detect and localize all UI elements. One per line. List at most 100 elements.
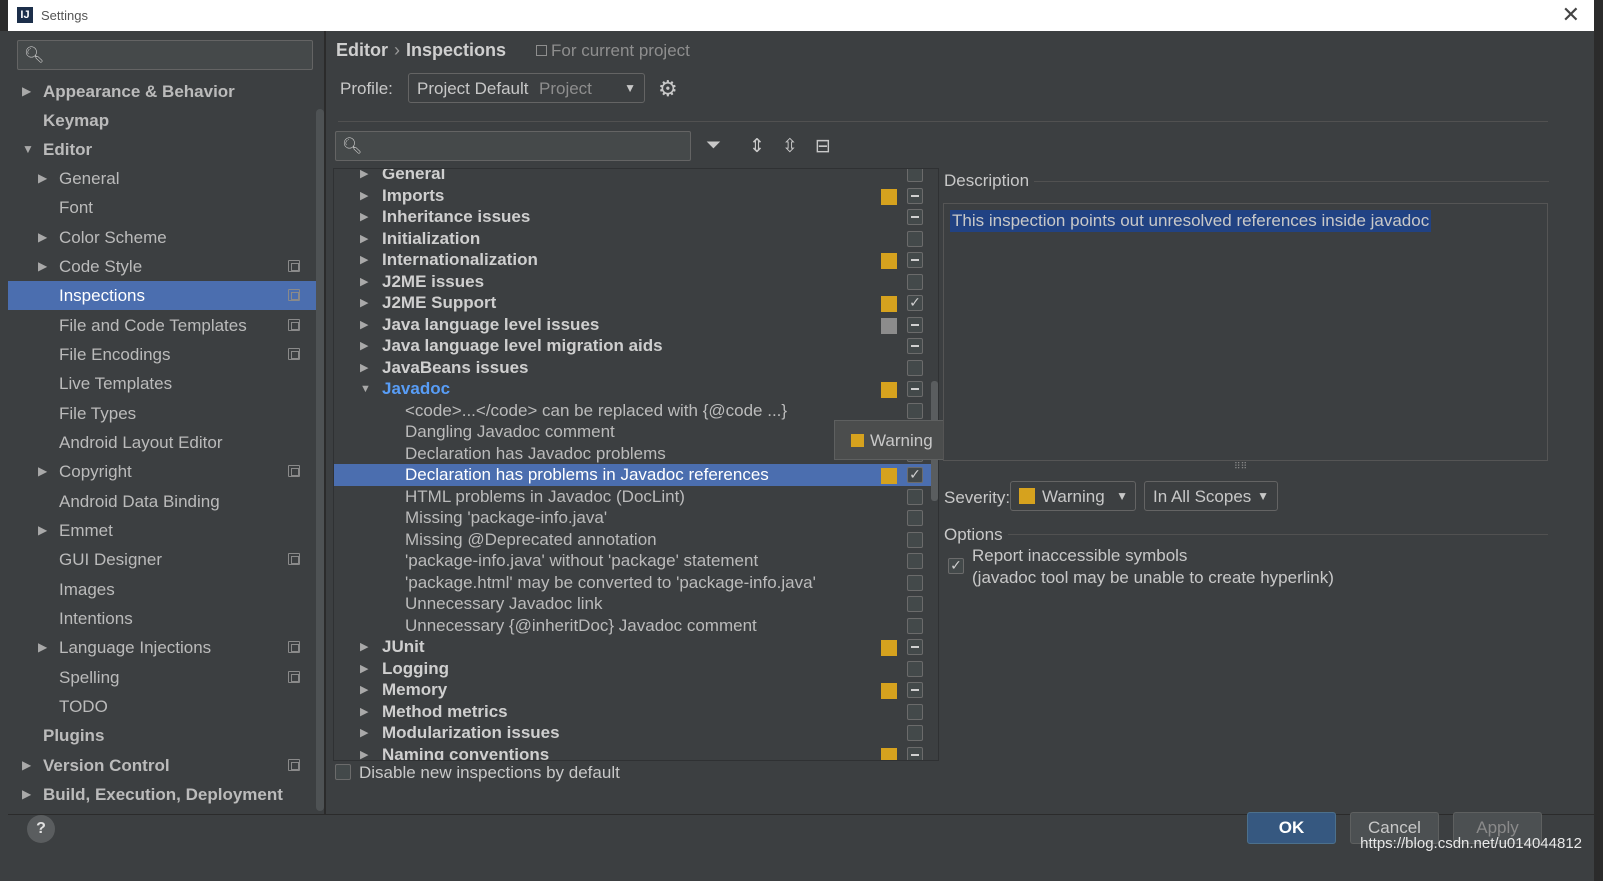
inspection-enabled-checkbox[interactable] <box>907 747 923 760</box>
collapsed-arrow-icon[interactable]: ▶ <box>360 701 368 723</box>
warning-severity-icon[interactable] <box>881 683 897 699</box>
collapsed-arrow-icon[interactable]: ▶ <box>360 169 368 185</box>
inspection-group-row[interactable]: ▶ Java language level issues <box>334 314 938 336</box>
inspection-enabled-checkbox[interactable] <box>907 596 923 612</box>
inspection-enabled-checkbox[interactable] <box>907 682 923 698</box>
inspection-enabled-checkbox[interactable] <box>907 618 923 634</box>
collapsed-arrow-icon[interactable]: ▶ <box>38 516 47 545</box>
inspection-group-row[interactable]: ▶ JavaBeans issues <box>334 357 938 379</box>
report-inaccessible-checkbox[interactable]: ✓ <box>948 558 964 574</box>
collapsed-arrow-icon[interactable]: ▶ <box>360 292 368 314</box>
warning-severity-icon[interactable] <box>881 468 897 484</box>
profile-select[interactable]: Project Default Project ▼ <box>408 73 645 103</box>
inspection-enabled-checkbox[interactable]: ✓ <box>907 295 923 311</box>
inspection-enabled-checkbox[interactable] <box>907 252 923 268</box>
help-button[interactable]: ? <box>27 815 55 843</box>
collapsed-arrow-icon[interactable]: ▶ <box>360 249 368 271</box>
warning-severity-icon[interactable] <box>881 189 897 205</box>
collapsed-arrow-icon[interactable]: ▶ <box>360 335 368 357</box>
sidebar-item[interactable]: Android Layout Editor <box>8 428 324 457</box>
severity-select[interactable]: Warning ▼ <box>1010 481 1136 511</box>
inspection-group-row[interactable]: ▶ J2ME Support ✓ <box>334 292 938 314</box>
collapsed-arrow-icon[interactable]: ▶ <box>360 679 368 701</box>
close-icon[interactable]: ✕ <box>1562 2 1580 28</box>
inspection-group-row[interactable]: ▶ Imports <box>334 185 938 207</box>
inspection-group-row[interactable]: ▶ J2ME issues <box>334 271 938 293</box>
inspection-group-row[interactable]: ▶ Memory <box>334 679 938 701</box>
collapsed-arrow-icon[interactable]: ▶ <box>38 457 47 486</box>
gear-icon[interactable]: ⚙ <box>658 76 678 102</box>
inspection-group-row[interactable]: ▼ Javadoc <box>334 378 938 400</box>
sidebar-scrollbar[interactable] <box>316 109 324 811</box>
inspection-row[interactable]: 'package-info.java' without 'package' st… <box>334 550 938 572</box>
collapsed-arrow-icon[interactable]: ▶ <box>22 751 31 780</box>
collapsed-arrow-icon[interactable]: ▶ <box>360 271 368 293</box>
inspection-enabled-checkbox[interactable] <box>907 403 923 419</box>
inspection-enabled-checkbox[interactable] <box>907 532 923 548</box>
sidebar-item[interactable]: Inspections <box>8 281 324 310</box>
collapsed-arrow-icon[interactable]: ▶ <box>38 164 47 193</box>
collapsed-arrow-icon[interactable]: ▶ <box>360 228 368 250</box>
collapsed-arrow-icon[interactable]: ▶ <box>38 633 47 662</box>
inspection-enabled-checkbox[interactable] <box>907 553 923 569</box>
sidebar-item[interactable]: ▶ Language Injections <box>8 633 324 662</box>
sidebar-item[interactable]: ▶ Version Control <box>8 751 324 780</box>
sidebar-item[interactable]: ▶ Appearance & Behavior <box>8 77 324 106</box>
inspection-enabled-checkbox[interactable] <box>907 360 923 376</box>
sidebar-item[interactable]: ▼ Editor <box>8 135 324 164</box>
inspection-enabled-checkbox[interactable] <box>907 381 923 397</box>
sidebar-item[interactable]: File Encodings <box>8 340 324 369</box>
inspection-enabled-checkbox[interactable] <box>907 274 923 290</box>
inspection-row[interactable]: Unnecessary {@inheritDoc} Javadoc commen… <box>334 615 938 637</box>
sidebar-item[interactable]: Font <box>8 193 324 222</box>
scope-select[interactable]: In All Scopes ▼ <box>1144 481 1278 511</box>
settings-search-input[interactable]: 🔍︎ <box>17 40 313 70</box>
sidebar-item[interactable]: File Types <box>8 399 324 428</box>
inspection-row[interactable]: HTML problems in Javadoc (DocLint) <box>334 486 938 508</box>
collapsed-arrow-icon[interactable]: ▶ <box>360 357 368 379</box>
splitter-handle[interactable]: ⠿⠿ <box>1234 461 1247 472</box>
filter-icon[interactable]: ⏷ <box>706 135 721 157</box>
reset-icon[interactable]: ⊟ <box>815 135 831 158</box>
collapsed-arrow-icon[interactable]: ▶ <box>360 185 368 207</box>
collapsed-arrow-icon[interactable]: ▶ <box>38 252 47 281</box>
collapsed-arrow-icon[interactable]: ▶ <box>38 223 47 252</box>
sidebar-item[interactable]: ▶ Code Style <box>8 252 324 281</box>
inspection-row[interactable]: Missing @Deprecated annotation <box>334 529 938 551</box>
collapsed-arrow-icon[interactable]: ▶ <box>360 314 368 336</box>
inspection-row[interactable]: Declaration has problems in Javadoc refe… <box>334 464 938 486</box>
checkbox-box[interactable] <box>335 764 351 780</box>
warning-severity-icon[interactable] <box>881 748 897 760</box>
sidebar-item[interactable]: Keymap <box>8 106 324 135</box>
inspection-enabled-checkbox[interactable] <box>907 704 923 720</box>
collapsed-arrow-icon[interactable]: ▶ <box>22 780 31 809</box>
disable-new-inspections-checkbox[interactable]: Disable new inspections by default <box>335 763 620 783</box>
sidebar-item[interactable]: Live Templates <box>8 369 324 398</box>
inspection-group-row[interactable]: ▶ Internationalization <box>334 249 938 271</box>
sidebar-item[interactable]: ▶ Build, Execution, Deployment <box>8 780 324 809</box>
warning-severity-icon[interactable] <box>881 640 897 656</box>
inspection-group-row[interactable]: ▶ Inheritance issues <box>334 206 938 228</box>
warning-severity-icon[interactable] <box>881 296 897 312</box>
expanded-arrow-icon[interactable]: ▼ <box>360 378 371 400</box>
inspection-group-row[interactable]: ▶ JUnit <box>334 636 938 658</box>
inspection-group-row[interactable]: ▶ Logging <box>334 658 938 680</box>
inspection-enabled-checkbox[interactable] <box>907 489 923 505</box>
inspection-enabled-checkbox[interactable] <box>907 231 923 247</box>
collapsed-arrow-icon[interactable]: ▶ <box>360 206 368 228</box>
sidebar-item[interactable]: Plugins <box>8 721 324 750</box>
inspection-row[interactable]: Missing 'package-info.java' <box>334 507 938 529</box>
sidebar-item[interactable]: Images <box>8 575 324 604</box>
inspection-enabled-checkbox[interactable] <box>907 510 923 526</box>
collapsed-arrow-icon[interactable]: ▶ <box>360 722 368 744</box>
sidebar-item[interactable]: GUI Designer <box>8 545 324 574</box>
breadcrumb-parent[interactable]: Editor <box>336 40 388 60</box>
inspection-group-row[interactable]: ▶ Modularization issues <box>334 722 938 744</box>
inspection-enabled-checkbox[interactable] <box>907 169 923 182</box>
sidebar-item[interactable]: ▶ Emmet <box>8 516 324 545</box>
inspection-row[interactable]: <code>...</code> can be replaced with {@… <box>334 400 938 422</box>
sidebar-item[interactable]: Android Data Binding <box>8 487 324 516</box>
expand-all-icon[interactable]: ⇕ <box>749 135 765 158</box>
collapsed-arrow-icon[interactable]: ▶ <box>360 658 368 680</box>
inspection-enabled-checkbox[interactable] <box>907 661 923 677</box>
